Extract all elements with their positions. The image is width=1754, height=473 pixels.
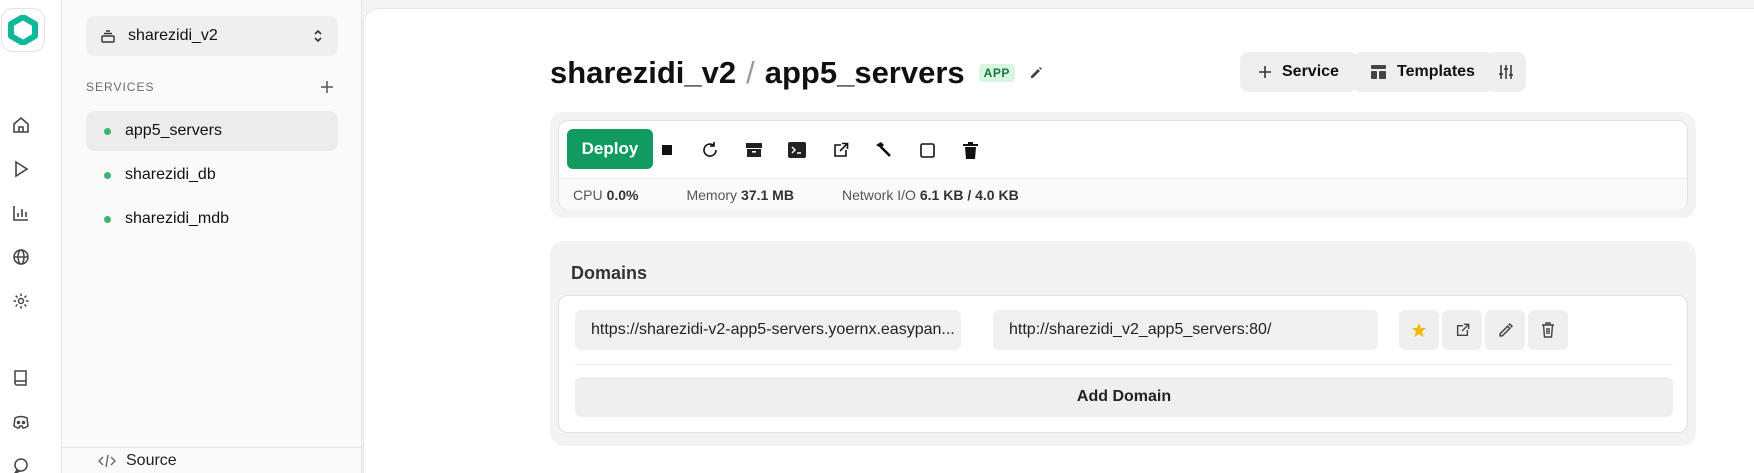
home-icon[interactable] — [11, 115, 31, 135]
globe-icon[interactable] — [11, 247, 31, 267]
service-controls: Deploy CPU 0.0% Memory 37.1 MB Network I… — [550, 112, 1696, 218]
source-label: Source — [126, 451, 177, 469]
pencil-icon[interactable] — [1029, 66, 1043, 80]
title-service: app5_servers — [764, 55, 965, 90]
network-value: 6.1 KB / 4.0 KB — [919, 186, 1019, 203]
page-title: sharezidi_v2 / app5_servers APP — [550, 53, 1043, 93]
trash-icon — [1542, 322, 1554, 338]
archive-icon[interactable] — [743, 139, 765, 161]
source-link[interactable]: Source — [62, 447, 362, 473]
edit-domain-button[interactable] — [1485, 310, 1525, 350]
domains-section: Domains https://sharezidi-v2-app5-server… — [550, 241, 1696, 446]
add-service-label: Service — [1282, 63, 1339, 80]
primary-domain-button[interactable] — [1399, 310, 1439, 350]
stop-icon[interactable] — [656, 139, 678, 161]
template-icon — [1371, 65, 1386, 79]
services-header-label: SERVICES — [86, 80, 155, 94]
star-icon — [1412, 323, 1426, 337]
services-header: SERVICES — [86, 80, 338, 94]
network-stat: Network I/O 6.1 KB / 4.0 KB — [842, 187, 1019, 203]
status-dot — [104, 171, 111, 179]
app-badge: APP — [978, 64, 1015, 82]
settings-button[interactable] — [1486, 52, 1526, 92]
status-dot — [104, 127, 111, 135]
main-panel: sharezidi_v2 / app5_servers APP Service … — [363, 8, 1754, 473]
add-service-icon[interactable] — [320, 80, 334, 94]
play-icon[interactable] — [11, 159, 31, 179]
square-icon[interactable] — [916, 139, 938, 161]
cpu-value: 0.0% — [606, 186, 639, 203]
sidebar-item-sharezidi-mdb[interactable]: sharezidi_mdb — [86, 199, 338, 239]
service-name: sharezidi_mdb — [125, 210, 230, 227]
templates-label: Templates — [1397, 63, 1475, 80]
resource-stats: CPU 0.0% Memory 37.1 MB Network I/O 6.1 KB … — [559, 178, 1687, 210]
trash-icon[interactable] — [959, 139, 981, 161]
pencil-icon — [1498, 322, 1513, 337]
code-icon — [98, 454, 116, 467]
sidebar: sharezidi_v2 SERVICES app5_servers share… — [62, 0, 362, 473]
cpu-stat: CPU 0.0% — [573, 187, 638, 203]
open-external-icon[interactable] — [829, 139, 851, 161]
chat-icon[interactable] — [11, 456, 31, 473]
terminal-icon[interactable] — [786, 139, 808, 161]
public-url[interactable]: https://sharezidi-v2-app5-servers.yoernx… — [575, 310, 961, 350]
network-label: Network I/O — [841, 186, 916, 203]
service-name: app5_servers — [125, 122, 222, 139]
add-service-button[interactable]: Service — [1240, 52, 1357, 92]
delete-domain-button[interactable] — [1528, 310, 1568, 350]
open-external-icon — [1456, 323, 1469, 336]
sidebar-item-app5-servers[interactable]: app5_servers — [86, 111, 338, 151]
plus-icon — [1259, 66, 1271, 78]
restart-icon[interactable] — [699, 139, 721, 161]
memory-stat: Memory 37.1 MB — [686, 187, 793, 203]
title-project[interactable]: sharezidi_v2 — [550, 55, 736, 91]
open-domain-button[interactable] — [1442, 310, 1482, 350]
target-url[interactable]: http://sharezidi_v2_app5_servers:80/ — [993, 310, 1378, 350]
stack-icon — [101, 30, 115, 43]
gear-icon[interactable] — [11, 291, 31, 311]
add-domain-button[interactable]: Add Domain — [575, 377, 1673, 417]
controls-card: Deploy CPU 0.0% Memory 37.1 MB Network I… — [558, 120, 1688, 210]
service-name: sharezidi_db — [125, 166, 216, 183]
discord-icon[interactable] — [11, 412, 31, 432]
build-icon[interactable] — [872, 139, 894, 161]
divider — [575, 364, 1673, 365]
icon-rail — [0, 0, 62, 473]
book-icon[interactable] — [11, 368, 31, 388]
domains-title: Domains — [571, 263, 648, 283]
sliders-icon — [1499, 65, 1513, 79]
chart-icon[interactable] — [11, 203, 31, 223]
domains-card: https://sharezidi-v2-app5-servers.yoernx… — [558, 295, 1688, 433]
chevron-updown-icon — [314, 29, 322, 43]
templates-button[interactable]: Templates — [1353, 52, 1493, 92]
sidebar-item-sharezidi-db[interactable]: sharezidi_db — [86, 155, 338, 195]
logo-icon — [8, 15, 38, 45]
deploy-button[interactable]: Deploy — [567, 129, 653, 169]
memory-label: Memory — [686, 186, 738, 203]
cpu-label: CPU — [573, 186, 603, 203]
project-selector-label: sharezidi_v2 — [128, 27, 218, 44]
title-separator: / — [746, 55, 755, 90]
app-logo[interactable] — [1, 8, 45, 52]
status-dot — [104, 215, 111, 223]
memory-value: 37.1 MB — [741, 186, 794, 203]
project-selector[interactable]: sharezidi_v2 — [86, 16, 338, 56]
